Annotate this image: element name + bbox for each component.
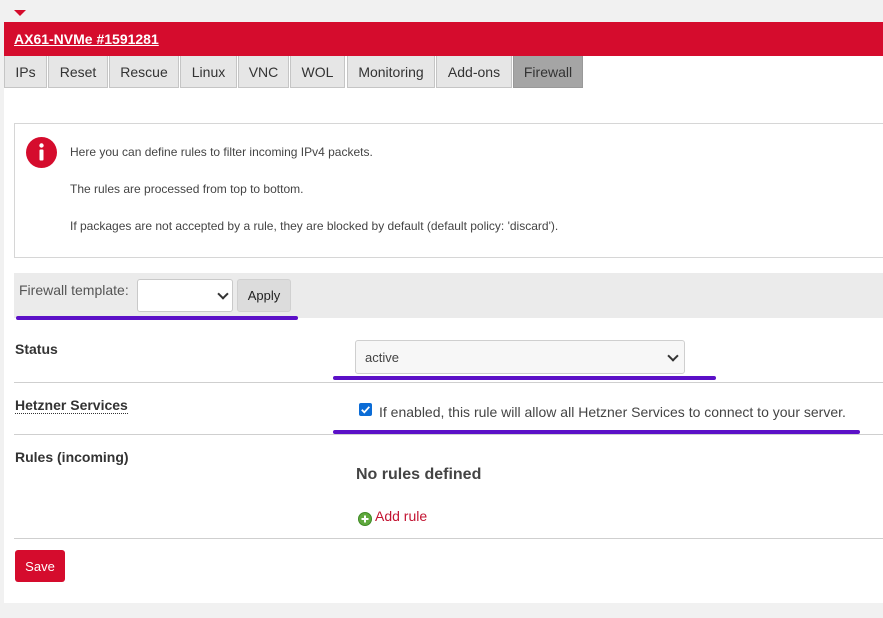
firewall-template-select[interactable]: [137, 279, 233, 312]
rules-incoming-label: Rules (incoming): [15, 449, 129, 465]
status-select[interactable]: active: [355, 340, 685, 374]
server-panel: AX61-NVMe #1591281 IPs Reset Rescue Linu…: [4, 22, 883, 603]
highlight-underline: [333, 376, 716, 380]
status-label: Status: [15, 341, 58, 357]
hetzner-services-text: If enabled, this rule will allow all Het…: [379, 404, 846, 420]
tab-add-ons[interactable]: Add-ons: [436, 56, 512, 88]
info-text-2: The rules are processed from top to bott…: [70, 182, 304, 196]
info-box: Here you can define rules to filter inco…: [14, 123, 883, 258]
tab-rescue[interactable]: Rescue: [109, 56, 179, 88]
add-rule-link[interactable]: Add rule: [375, 508, 427, 524]
divider: [14, 382, 883, 383]
info-text-1: Here you can define rules to filter inco…: [70, 145, 373, 159]
divider: [14, 434, 883, 435]
tab-ips[interactable]: IPs: [4, 56, 47, 88]
chevron-down-icon: [667, 350, 679, 362]
add-icon[interactable]: [358, 512, 372, 526]
chevron-down-icon: [217, 288, 229, 300]
apply-button[interactable]: Apply: [237, 279, 291, 312]
collapse-arrow-icon[interactable]: [14, 10, 26, 16]
server-title[interactable]: AX61-NVMe #1591281: [14, 31, 159, 47]
tab-reset[interactable]: Reset: [48, 56, 108, 88]
save-button[interactable]: Save: [15, 550, 65, 582]
status-value: active: [365, 350, 399, 365]
firewall-template-bar: Firewall template: Apply: [14, 273, 883, 318]
hetzner-services-checkbox[interactable]: [359, 403, 372, 416]
no-rules-text: No rules defined: [356, 466, 482, 483]
highlight-underline: [16, 316, 298, 320]
tab-wol[interactable]: WOL: [290, 56, 345, 88]
info-icon: [26, 137, 57, 168]
divider: [14, 538, 883, 539]
tab-firewall[interactable]: Firewall: [513, 56, 583, 88]
tab-monitoring[interactable]: Monitoring: [347, 56, 435, 88]
info-text-3: If packages are not accepted by a rule, …: [70, 219, 559, 233]
tab-vnc[interactable]: VNC: [238, 56, 289, 88]
hetzner-services-label[interactable]: Hetzner Services: [15, 397, 128, 414]
firewall-template-label: Firewall template:: [19, 282, 129, 298]
tab-linux[interactable]: Linux: [180, 56, 237, 88]
server-header: AX61-NVMe #1591281: [4, 22, 883, 56]
